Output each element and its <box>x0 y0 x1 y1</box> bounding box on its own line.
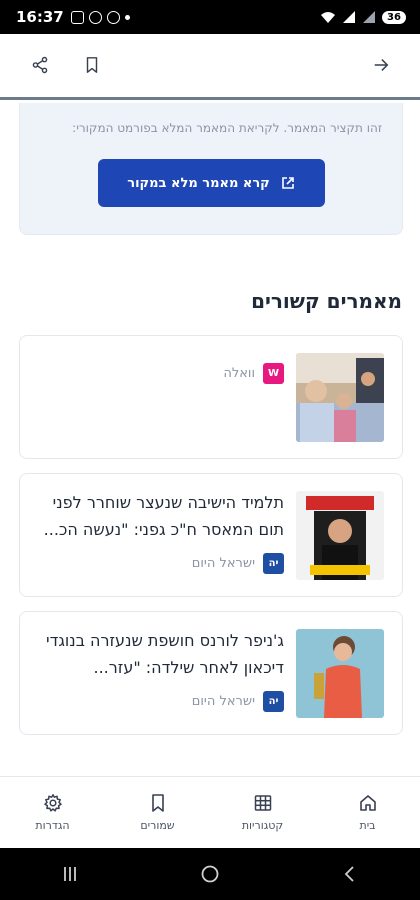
battery-indicator: 36 <box>382 10 406 24</box>
read-full-article-label: קרא מאמר מלא במקור <box>127 175 270 191</box>
bookmark-icon <box>151 794 164 812</box>
circle-home-icon <box>201 865 219 883</box>
article-thumbnail <box>296 629 384 718</box>
nav-label: שמורים <box>140 819 175 832</box>
whatsapp-icon <box>88 10 102 24</box>
external-link-icon <box>281 177 294 189</box>
home-system-button[interactable] <box>190 854 230 894</box>
source-name: וואלה <box>223 366 255 381</box>
source-name: ישראל היום <box>191 694 255 709</box>
source-logo: יה <box>263 553 284 574</box>
forward-button[interactable] <box>366 50 396 80</box>
nav-item-settings[interactable]: הגדרות <box>8 793 98 832</box>
recent-apps-icon <box>64 867 76 881</box>
wifi-icon <box>321 12 335 23</box>
source-logo: W <box>263 363 284 384</box>
status-left: 16:37 <box>16 8 130 26</box>
app-header <box>0 34 420 100</box>
screenshot-icon <box>70 10 84 24</box>
status-bar: 16:37 36 <box>0 0 420 34</box>
article-title: ג'ניפר לורנס חושפת שנעזרה בנוגדי דיכאון … <box>46 631 284 677</box>
related-article-card[interactable]: ג'ניפר לורנס חושפת שנעזרה בנוגדי דיכאון … <box>19 611 403 735</box>
summary-box: זהו תקציר המאמר. לקריאת המאמר המלא בפורמ… <box>19 103 403 235</box>
share-button[interactable] <box>25 50 55 80</box>
gear-icon <box>43 794 62 812</box>
recent-apps-button[interactable] <box>50 854 90 894</box>
source-name: ישראל היום <box>191 556 255 571</box>
article-source: W וואלה <box>223 363 284 384</box>
system-navigation-bar <box>0 848 420 900</box>
nav-item-home[interactable]: בית <box>323 793 413 832</box>
read-full-article-button[interactable]: קרא מאמר מלא במקור <box>98 159 325 207</box>
bottom-navigation: בית קטגוריות שמורים הגדרות <box>0 776 420 848</box>
nav-label: בית <box>359 819 376 832</box>
summary-note: זהו תקציר המאמר. לקריאת המאמר המלא בפורמ… <box>72 121 382 135</box>
status-time: 16:37 <box>16 8 64 26</box>
share-icon <box>32 56 48 74</box>
back-system-button[interactable] <box>330 854 370 894</box>
nav-label: הגדרות <box>35 819 70 832</box>
article-content[interactable]: זהו תקציר המאמר. לקריאת המאמר המלא בפורמ… <box>0 103 420 776</box>
notification-icons <box>70 10 130 24</box>
chevron-left-icon <box>344 866 354 882</box>
article-thumbnail <box>296 353 384 442</box>
article-source: יה ישראל היום <box>192 553 284 574</box>
article-source: יה ישראל היום <box>192 691 284 712</box>
related-article-card[interactable]: תלמיד הישיבה שנעצר שוחרר לפני תום המאסר … <box>19 473 403 597</box>
related-article-card[interactable]: W וואלה <box>19 335 403 459</box>
home-icon <box>359 795 376 811</box>
nav-item-saved[interactable]: שמורים <box>113 793 203 832</box>
source-logo: יה <box>263 691 284 712</box>
article-thumbnail <box>296 491 384 580</box>
signal-icon <box>343 11 355 23</box>
arrow-right-icon <box>374 59 389 71</box>
nav-label: קטגוריות <box>241 819 284 832</box>
signal-icon-2 <box>363 11 375 23</box>
grid-icon <box>254 795 271 811</box>
more-notifications-icon <box>124 14 130 20</box>
related-articles-heading: מאמרים קשורים <box>251 289 402 313</box>
status-right: 36 <box>320 10 406 24</box>
bookmark-icon <box>86 57 98 73</box>
settings-notification-icon <box>106 10 120 24</box>
article-title: תלמיד הישיבה שנעצר שוחרר לפני תום המאסר … <box>43 493 284 539</box>
nav-item-categories[interactable]: קטגוריות <box>218 793 308 832</box>
bookmark-button[interactable] <box>77 50 107 80</box>
